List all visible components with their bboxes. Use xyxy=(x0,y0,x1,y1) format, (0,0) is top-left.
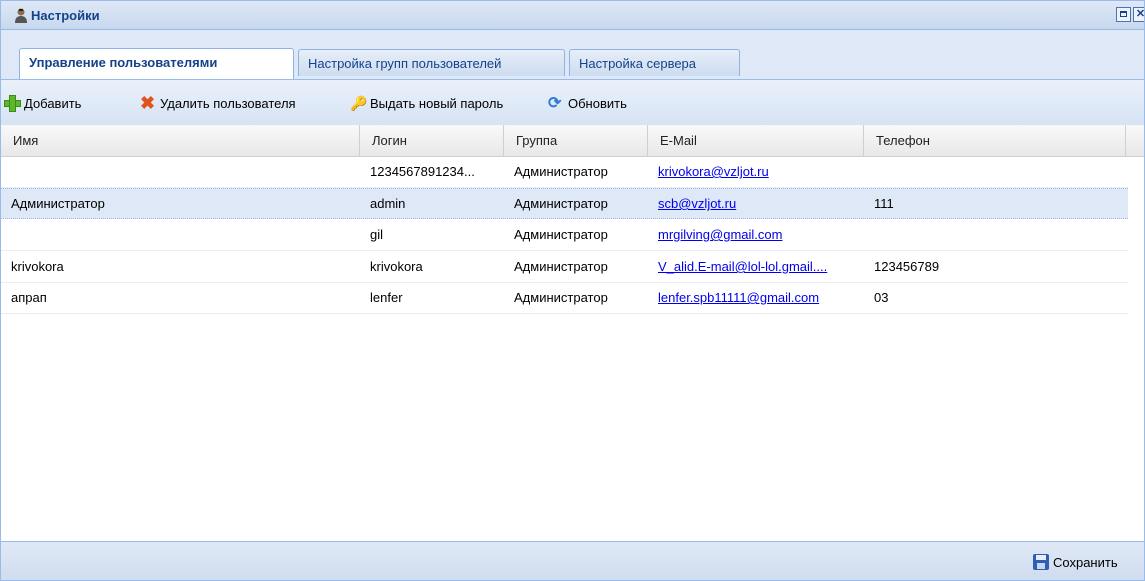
plus-icon xyxy=(4,94,21,112)
cell-email-link[interactable]: lenfer.spb11111@gmail.com xyxy=(648,283,864,313)
window-title: Настройки xyxy=(31,8,100,23)
table-row[interactable]: gil Администратор mrgilving@gmail.com xyxy=(1,220,1128,251)
delete-icon: ✖ xyxy=(140,92,156,113)
table-row[interactable]: 1234567891234... Администратор krivokora… xyxy=(1,157,1128,188)
tab-user-management[interactable]: Управление пользователями xyxy=(19,48,294,79)
users-grid: Имя Логин Группа E-Mail Телефон 12345678… xyxy=(1,125,1144,541)
toolbar: Добавить ✖ Удалить пользователя 🔑 Выдать… xyxy=(1,80,1144,125)
refresh-icon: ⟳ xyxy=(548,94,562,112)
column-header-group[interactable]: Группа xyxy=(504,125,648,156)
cell-login: admin xyxy=(370,196,406,211)
delete-user-button-label: Удалить пользователя xyxy=(160,95,296,111)
grid-header: Имя Логин Группа E-Mail Телефон xyxy=(1,125,1144,157)
delete-user-button[interactable]: ✖ Удалить пользователя xyxy=(140,92,296,114)
cell-phone: 111 xyxy=(874,196,894,211)
column-header-email[interactable]: E-Mail xyxy=(648,125,864,156)
table-row[interactable]: апрап lenfer Администратор lenfer.spb111… xyxy=(1,283,1128,314)
new-password-button[interactable]: 🔑 Выдать новый пароль xyxy=(350,92,503,114)
cell-login: lenfer xyxy=(370,290,403,305)
tab-server-settings[interactable]: Настройка сервера xyxy=(569,49,740,76)
cell-name: krivokora xyxy=(11,259,64,274)
column-header-name[interactable]: Имя xyxy=(1,125,360,156)
user-icon xyxy=(15,8,27,23)
cell-email-link[interactable]: V_alid.E-mail@lol-lol.gmail.... xyxy=(648,252,864,282)
cell-group: Администратор xyxy=(514,290,608,305)
cell-group: Администратор xyxy=(514,164,608,179)
cell-group: Администратор xyxy=(514,227,608,242)
cell-name: Администратор xyxy=(11,196,105,211)
cell-email-link[interactable]: scb@vzljot.ru xyxy=(648,189,864,219)
cell-group: Администратор xyxy=(514,196,608,211)
refresh-button[interactable]: ⟳ Обновить xyxy=(548,92,627,114)
cell-login: krivokora xyxy=(370,259,423,274)
tab-user-groups[interactable]: Настройка групп пользователей xyxy=(298,49,565,76)
save-button[interactable]: Сохранить xyxy=(1033,552,1118,572)
maximize-button[interactable] xyxy=(1116,7,1131,22)
settings-window: Настройки ✕ Управление пользователями На… xyxy=(0,0,1145,581)
table-row[interactable]: krivokora krivokora Администратор V_alid… xyxy=(1,252,1128,283)
refresh-button-label: Обновить xyxy=(568,95,627,111)
add-button[interactable]: Добавить xyxy=(4,92,81,114)
tab-strip: Управление пользователями Настройка груп… xyxy=(1,30,1144,80)
window-footer: Сохранить xyxy=(1,541,1144,580)
cell-name xyxy=(1,157,360,187)
add-button-label: Добавить xyxy=(24,95,82,111)
cell-login: 1234567891234... xyxy=(370,164,475,179)
cell-group: Администратор xyxy=(514,259,608,274)
cell-phone: 123456789 xyxy=(874,259,940,274)
table-row-selected[interactable]: Администратор admin Администратор scb@vz… xyxy=(1,188,1128,219)
cell-phone xyxy=(864,220,1126,250)
cell-phone xyxy=(864,157,1126,187)
cell-login: gil xyxy=(370,227,384,242)
column-header-login[interactable]: Логин xyxy=(360,125,504,156)
key-icon: 🔑 xyxy=(350,94,368,111)
cell-name: апрап xyxy=(11,290,47,305)
column-header-phone[interactable]: Телефон xyxy=(864,125,1126,156)
cell-email-link[interactable]: mrgilving@gmail.com xyxy=(648,220,864,250)
new-password-button-label: Выдать новый пароль xyxy=(370,95,504,111)
floppy-disk-icon xyxy=(1033,554,1049,570)
cell-name xyxy=(1,220,360,250)
save-button-label: Сохранить xyxy=(1053,554,1118,570)
cell-phone: 03 xyxy=(874,290,889,305)
close-button[interactable]: ✕ xyxy=(1133,7,1144,22)
cell-email-link[interactable]: krivokora@vzljot.ru xyxy=(648,157,864,187)
window-titlebar[interactable]: Настройки ✕ xyxy=(1,1,1144,30)
